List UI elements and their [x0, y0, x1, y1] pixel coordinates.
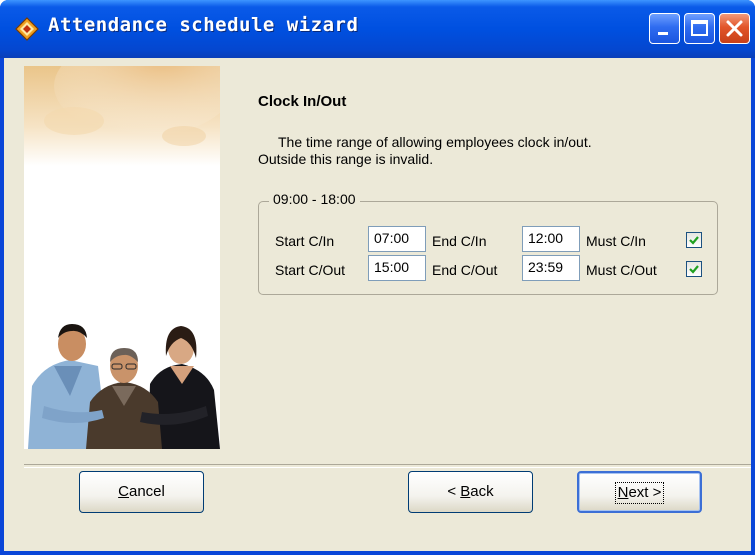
end-clock-out-label: End C/Out	[432, 262, 498, 278]
description-line-2: Outside this range is invalid.	[258, 151, 434, 167]
checkmark-icon	[689, 265, 699, 274]
dialog-body: Clock In/Out The time range of allowing …	[4, 58, 751, 551]
app-icon	[15, 17, 39, 41]
back-button[interactable]: < Back	[408, 471, 533, 513]
start-clock-in-input[interactable]: 07:00	[368, 226, 426, 252]
minimize-button[interactable]	[649, 13, 680, 44]
page-description: The time range of allowing employees clo…	[258, 134, 592, 168]
must-clock-out-label: Must C/Out	[586, 262, 657, 278]
cancel-button[interactable]: Cancel	[79, 471, 204, 513]
time-range-legend: 09:00 - 18:00	[269, 191, 360, 207]
employees-illustration	[24, 66, 220, 449]
footer-separator	[24, 464, 751, 468]
maximize-icon	[691, 20, 708, 36]
start-clock-out-label: Start C/Out	[275, 262, 346, 278]
back-label: < Back	[447, 483, 494, 500]
page-heading: Clock In/Out	[258, 93, 347, 110]
end-clock-in-label: End C/In	[432, 233, 487, 249]
close-icon	[726, 20, 743, 37]
next-label: Next >	[614, 482, 665, 504]
wizard-banner-image	[24, 66, 220, 449]
start-clock-out-input[interactable]: 15:00	[368, 255, 426, 281]
cancel-label: Cancel	[118, 483, 165, 500]
window-title: Attendance schedule wizard	[48, 14, 359, 36]
end-clock-out-input[interactable]: 23:59	[522, 255, 580, 281]
title-bar[interactable]: Attendance schedule wizard	[0, 0, 755, 58]
time-range-group: 09:00 - 18:00 Start C/In 07:00 End C/In …	[258, 191, 718, 295]
minimize-icon	[658, 32, 668, 35]
must-clock-in-label: Must C/In	[586, 233, 646, 249]
maximize-button[interactable]	[684, 13, 715, 44]
must-clock-out-checkbox[interactable]	[686, 261, 702, 277]
next-button[interactable]: Next >	[577, 471, 702, 513]
checkmark-icon	[689, 236, 699, 245]
must-clock-in-checkbox[interactable]	[686, 232, 702, 248]
description-line-1: The time range of allowing employees clo…	[278, 134, 592, 150]
end-clock-in-input[interactable]: 12:00	[522, 226, 580, 252]
wizard-window: Attendance schedule wizard Clock In/Out …	[0, 0, 755, 555]
start-clock-in-label: Start C/In	[275, 233, 335, 249]
close-button[interactable]	[719, 13, 750, 44]
